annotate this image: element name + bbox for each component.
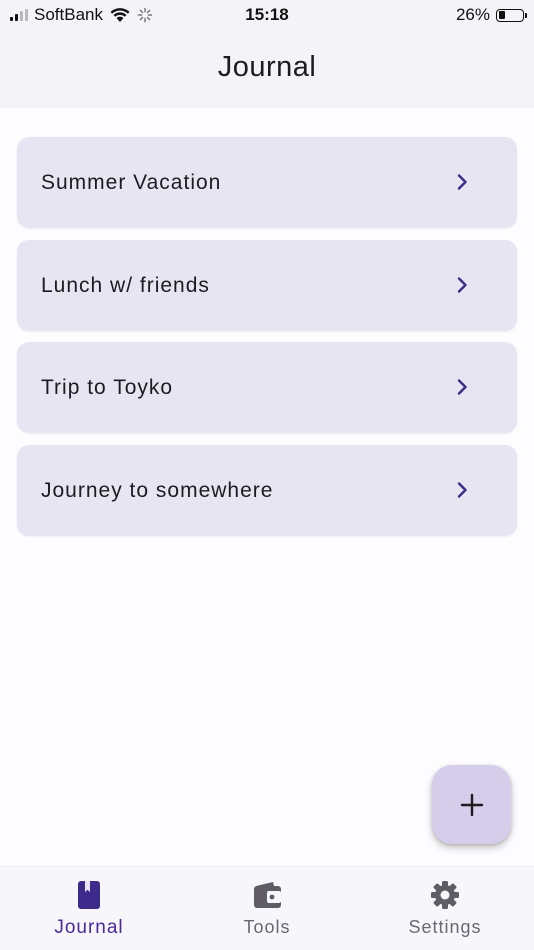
- add-entry-button[interactable]: [432, 765, 511, 844]
- wallet-icon: [254, 882, 281, 908]
- journal-entry-title: Journey to somewhere: [41, 478, 274, 502]
- nav-item-settings[interactable]: Settings: [356, 867, 534, 950]
- status-time: 15:18: [245, 5, 289, 24]
- chevron-right-icon: [457, 379, 467, 395]
- nav-item-tools[interactable]: Tools: [178, 867, 356, 950]
- journal-entry-title: Trip to Toyko: [41, 376, 174, 399]
- chevron-right-icon: [457, 174, 467, 190]
- bottom-navigation: Journal Tools Settings: [0, 866, 534, 950]
- nav-item-journal[interactable]: Journal: [0, 867, 178, 950]
- chevron-right-icon: [457, 276, 467, 293]
- app-bar: Journal: [0, 30, 534, 108]
- journal-entry-card[interactable]: Journey to somewhere: [17, 444, 517, 536]
- book-icon: [78, 881, 100, 909]
- journal-entry-title: Summer Vacation: [41, 171, 222, 194]
- status-bar: SoftBank 15:18 26%: [0, 0, 534, 30]
- status-right: 26%: [455, 5, 527, 25]
- nav-label-tools: Tools: [243, 917, 291, 937]
- gear-icon: [431, 881, 459, 909]
- journal-entry-title: Lunch w/ friends: [41, 273, 210, 297]
- plus-icon: [460, 793, 483, 816]
- battery-icon: [496, 8, 527, 22]
- page-title: Journal: [217, 51, 317, 83]
- battery-percent: 26%: [455, 5, 490, 24]
- journal-entry-card[interactable]: Trip to Toyko: [17, 342, 517, 433]
- nav-label-journal: Journal: [54, 917, 124, 938]
- battery-level: [498, 11, 506, 19]
- journal-screen: SoftBank 15:18 26% Journal Summer Vacati…: [0, 0, 534, 950]
- journal-entry-card[interactable]: Summer Vacation: [17, 137, 517, 228]
- journal-list: Summer Vacation Lunch w/ friends Trip to…: [17, 137, 517, 547]
- journal-entry-card[interactable]: Lunch w/ friends: [17, 239, 517, 331]
- nav-label-settings: Settings: [408, 917, 482, 937]
- chevron-right-icon: [457, 481, 467, 498]
